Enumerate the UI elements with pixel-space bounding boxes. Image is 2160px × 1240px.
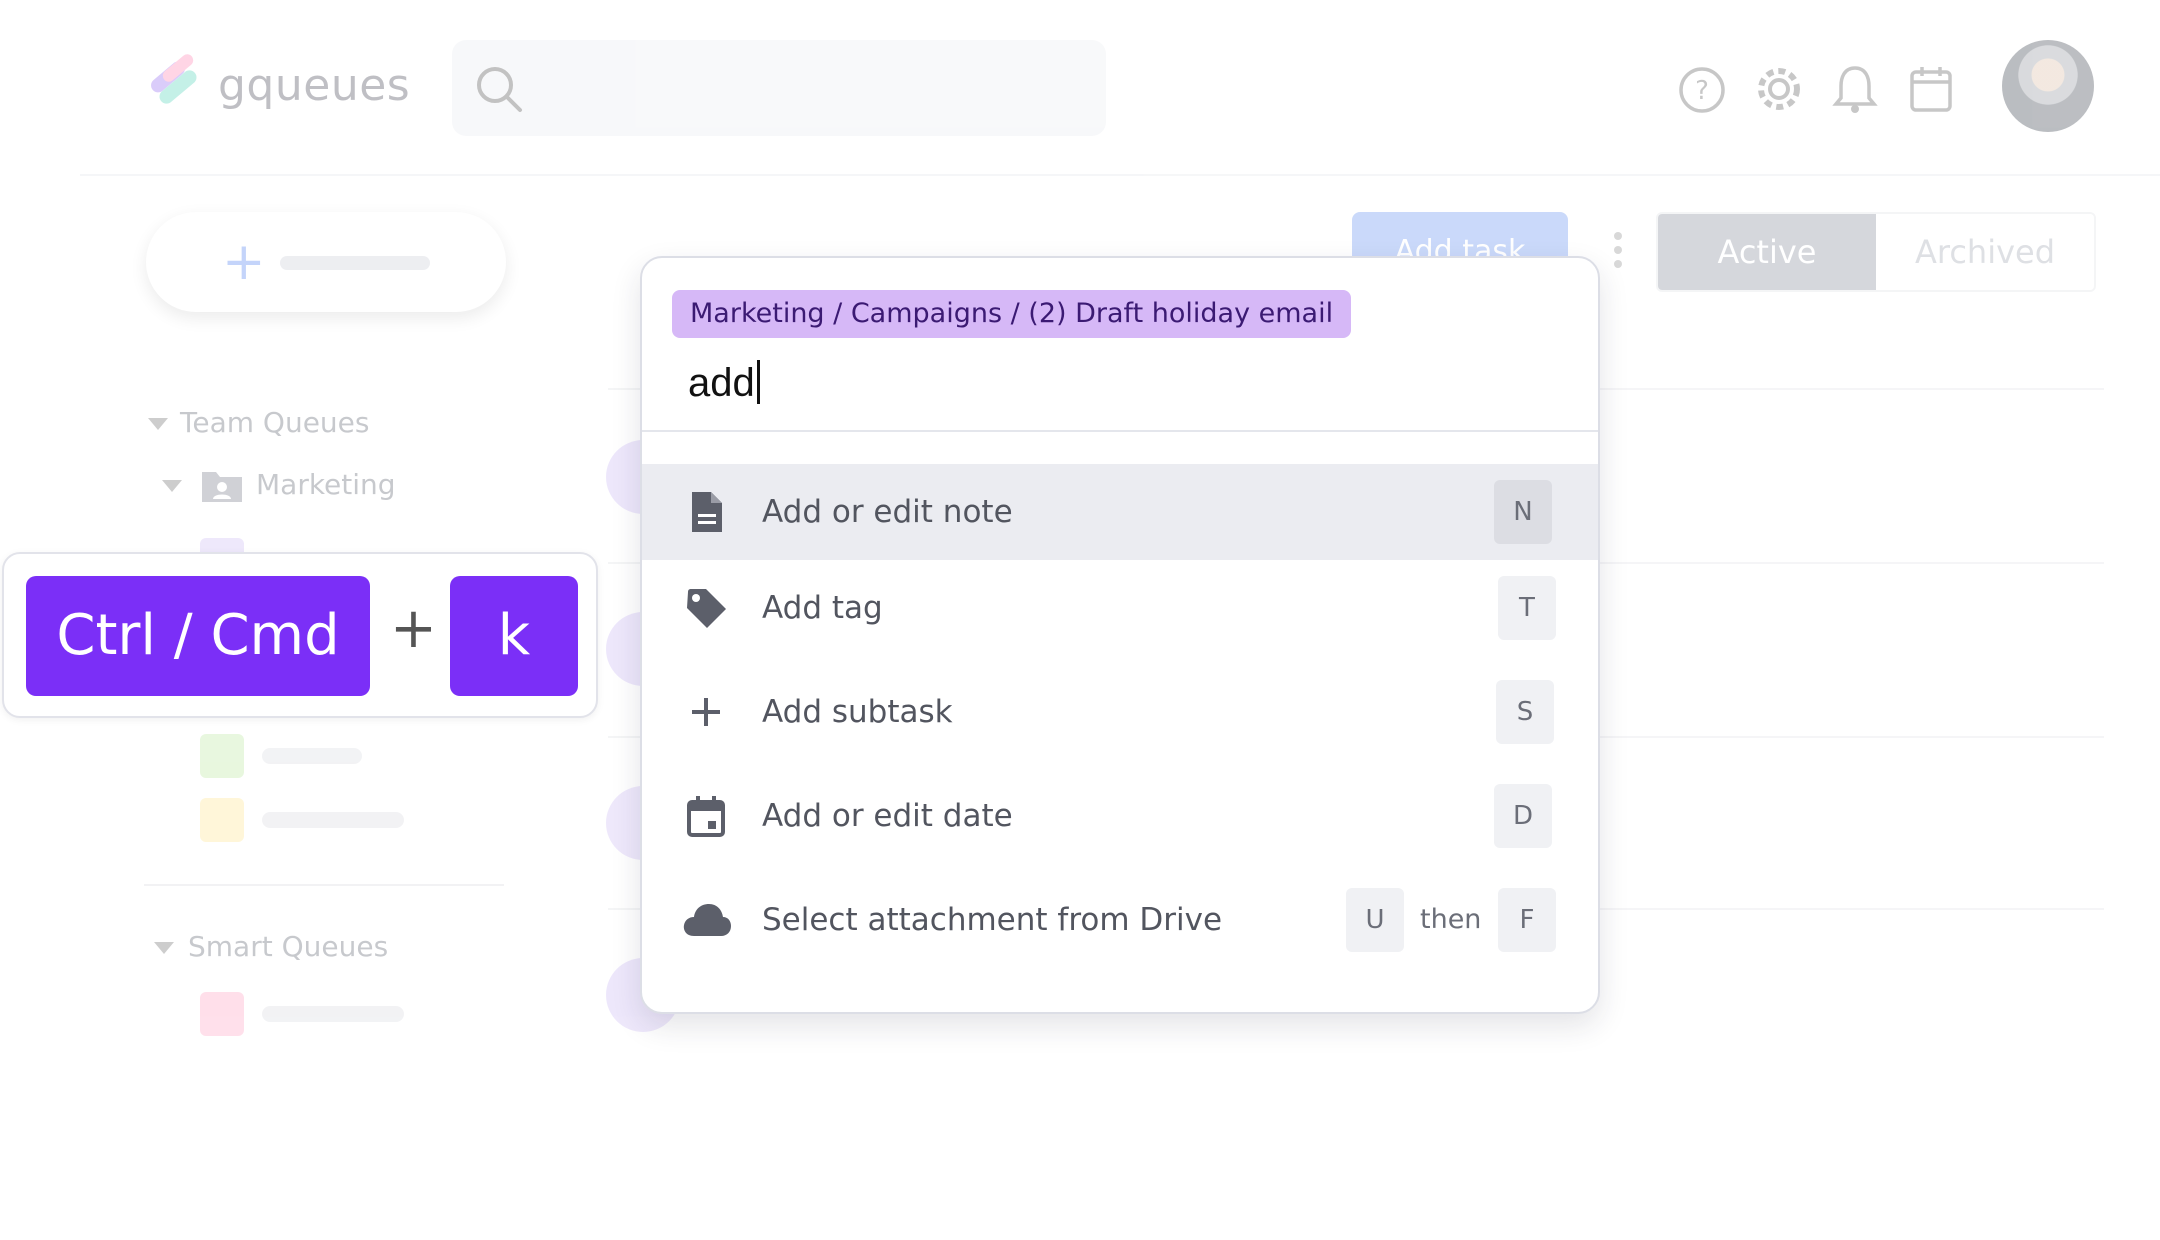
shortcut-key-u: U: [1346, 888, 1404, 952]
bell-icon[interactable]: [1832, 64, 1878, 118]
app-root: gqueues ? + Team Queues Marketing Smart …: [0, 0, 2160, 1240]
logo-icon: [146, 52, 208, 118]
command-label: Add or edit note: [762, 494, 1013, 530]
shortcut-then-label: then: [1420, 904, 1482, 935]
logo-text: gqueues: [218, 59, 411, 111]
command-palette: Marketing / Campaigns / (2) Draft holida…: [640, 256, 1600, 1014]
command-label: Add subtask: [762, 694, 953, 730]
svg-text:?: ?: [1695, 76, 1709, 106]
queue-color-swatch: [200, 798, 244, 842]
new-button[interactable]: +: [146, 212, 506, 312]
team-folder-icon: [200, 468, 244, 508]
command-label: Select attachment from Drive: [762, 902, 1223, 938]
chevron-down-icon[interactable]: [154, 942, 174, 954]
queue-name-placeholder[interactable]: [262, 812, 404, 828]
calendar-icon: [684, 794, 728, 838]
command-add-tag[interactable]: Add tag T: [642, 560, 1598, 656]
cloud-icon: [682, 898, 732, 942]
queue-color-swatch: [200, 734, 244, 778]
plus-icon: [684, 690, 728, 734]
shortcut-key-t: T: [1498, 576, 1556, 640]
plus-icon: +: [222, 232, 266, 292]
queue-name-placeholder[interactable]: [262, 1006, 404, 1022]
command-add-date[interactable]: Add or edit date D: [642, 768, 1598, 864]
queue-color-swatch: [200, 992, 244, 1036]
shortcut-key-d: D: [1494, 784, 1552, 848]
queue-name-placeholder[interactable]: [262, 748, 362, 764]
status-tabs: Active Archived: [1656, 212, 2096, 292]
sidebar-divider: [144, 884, 504, 886]
header-divider: [80, 174, 2160, 176]
new-button-placeholder: [280, 256, 430, 270]
command-drive-attachment[interactable]: Select attachment from Drive U then F: [642, 872, 1598, 968]
command-label: Add tag: [762, 590, 883, 626]
modifier-key: Ctrl / Cmd: [26, 576, 370, 696]
command-search-input[interactable]: add: [688, 360, 760, 406]
text-cursor: [756, 360, 760, 404]
logo[interactable]: gqueues: [146, 52, 410, 118]
calendar-icon[interactable]: [1908, 64, 1954, 118]
chevron-down-icon[interactable]: [162, 480, 182, 492]
query-text: add: [688, 361, 755, 405]
help-icon[interactable]: ?: [1678, 66, 1726, 118]
tab-active[interactable]: Active: [1658, 214, 1876, 290]
shortcut-key-s: S: [1496, 680, 1554, 744]
palette-divider: [642, 430, 1598, 432]
tag-icon: [684, 586, 728, 630]
shortcut-key-f: F: [1498, 888, 1556, 952]
gear-icon[interactable]: [1754, 64, 1804, 118]
more-options-icon[interactable]: [1614, 232, 1622, 274]
note-icon: [684, 490, 728, 534]
command-add-subtask[interactable]: Add subtask S: [642, 664, 1598, 760]
shortcut-key-n: N: [1494, 480, 1552, 544]
sidebar-folder-marketing[interactable]: Marketing: [256, 468, 396, 501]
team-queues-label[interactable]: Team Queues: [180, 406, 369, 439]
command-label: Add or edit date: [762, 798, 1013, 834]
smart-queues-label[interactable]: Smart Queues: [188, 930, 388, 963]
avatar[interactable]: [2002, 40, 2094, 132]
command-add-note[interactable]: Add or edit note N: [642, 464, 1598, 560]
task-breadcrumb: Marketing / Campaigns / (2) Draft holida…: [672, 290, 1352, 338]
k-key: k: [450, 576, 578, 696]
tab-archived[interactable]: Archived: [1876, 214, 2094, 290]
search-input[interactable]: [452, 40, 1106, 136]
shortcut-callout: Ctrl / Cmd + k: [2, 552, 598, 718]
shortcut-plus: +: [390, 596, 437, 661]
chevron-down-icon[interactable]: [148, 418, 168, 430]
search-icon: [474, 64, 524, 118]
